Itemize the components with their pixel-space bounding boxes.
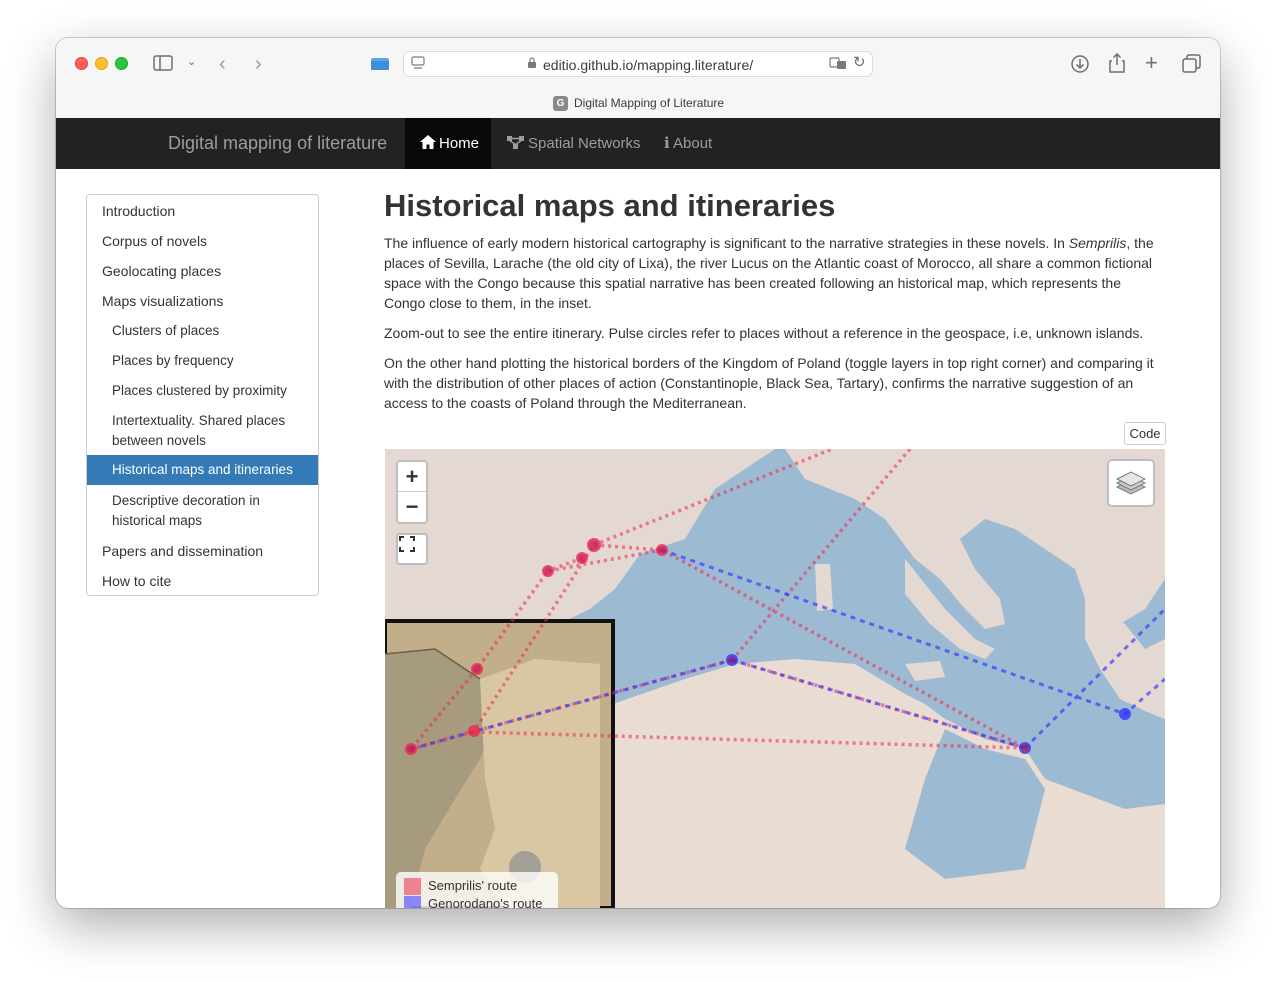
toc-how-to-cite[interactable]: How to cite (87, 571, 318, 591)
fullscreen-button[interactable] (396, 533, 428, 565)
zoom-out-button[interactable]: − (398, 492, 426, 522)
back-icon[interactable]: ‹ (219, 54, 226, 74)
zoom-control: + − (396, 460, 428, 524)
sicily-land (905, 661, 945, 681)
network-icon (506, 118, 526, 169)
zoom-in-button[interactable]: + (398, 462, 426, 492)
marker-valencia (576, 552, 588, 564)
zoom-window-button[interactable] (115, 57, 128, 70)
reload-icon[interactable]: ↻ (853, 55, 866, 70)
site-navbar: Digital mapping of literature Home Spati… (56, 118, 1220, 169)
url-text: editio.github.io/mapping.literature/ (543, 57, 754, 73)
forward-icon[interactable]: › (255, 54, 262, 74)
sidebar-toggle-icon[interactable] (153, 55, 173, 74)
lock-icon (527, 57, 537, 72)
nav-about-label: About (673, 135, 713, 152)
brand-link[interactable]: Digital mapping of literature (168, 133, 387, 154)
poland-paragraph: On the other hand plotting the historica… (384, 355, 1154, 411)
map-legend: Semprilis' route Genorodano's route (396, 872, 558, 908)
toc-places-clustered-by-proximity[interactable]: Places clustered by proximity (87, 381, 318, 401)
toc-maps-visualizations[interactable]: Maps visualizations (87, 291, 318, 311)
marker-tripoli (1019, 742, 1031, 754)
page-title: Historical maps and itineraries (384, 188, 836, 223)
marker-marseille (656, 544, 668, 556)
nav-home[interactable]: Home (405, 118, 491, 169)
toc-papers-and-dissemination[interactable]: Papers and dissemination (87, 541, 318, 561)
marker-larache (405, 743, 417, 755)
new-tab-icon[interactable]: + (1145, 52, 1158, 74)
toc-places-by-frequency[interactable]: Places by frequency (87, 351, 318, 371)
layers-control[interactable] (1107, 459, 1155, 507)
tab-bar: G Digital Mapping of Literature (56, 92, 1220, 118)
code-button[interactable]: Code (1124, 422, 1166, 445)
novel-title: Semprilis (1068, 235, 1127, 251)
chevron-down-icon[interactable]: ⌄ (187, 57, 196, 68)
nav-spatial-networks-label: Spatial Networks (528, 135, 641, 152)
leaflet-map[interactable]: + − Semprilis' route Genorodano's route (385, 449, 1165, 908)
toc-geolocating-places[interactable]: Geolocating places (87, 261, 318, 281)
legend-label-genorodano: Genorodano's route (428, 896, 543, 908)
browser-window: ⌄ ‹ › editio.github.io/mapping.literatur… (56, 38, 1220, 908)
map-canvas (385, 449, 1165, 908)
nav-about[interactable]: i About (652, 118, 722, 169)
layers-icon (1115, 471, 1147, 495)
intro-text-start: The influence of early modern historical… (384, 235, 1069, 251)
toc-introduction[interactable]: Introduction (87, 201, 318, 231)
marker-tangier (468, 725, 480, 737)
marker-crete (1119, 708, 1131, 720)
table-of-contents: Introduction Corpus of novels Geolocatin… (86, 194, 319, 596)
toc-corpus-of-novels[interactable]: Corpus of novels (87, 231, 318, 251)
minimize-window-button[interactable] (95, 57, 108, 70)
legend-swatch-red (404, 878, 421, 895)
toc-descriptive-decoration[interactable]: Descriptive decoration in historical map… (87, 491, 318, 531)
marker-madrid (542, 565, 554, 577)
nav-home-label: Home (439, 135, 480, 152)
toc-intertextuality[interactable]: Intertextuality. Shared places between n… (87, 411, 318, 451)
marker-sevilla (471, 663, 483, 675)
marker-barcelona (587, 538, 601, 552)
nav-spatial-networks[interactable]: Spatial Networks (493, 118, 643, 169)
toc-historical-maps[interactable]: Historical maps and itineraries (87, 455, 318, 485)
tab-title[interactable]: Digital Mapping of Literature (574, 96, 724, 110)
tab-overview-icon[interactable] (1182, 54, 1202, 77)
toc-clusters-of-places[interactable]: Clusters of places (87, 321, 318, 341)
info-icon: i (664, 134, 670, 152)
africa-land (613, 659, 1165, 908)
browser-toolbar: ⌄ ‹ › editio.github.io/mapping.literatur… (56, 38, 1220, 118)
home-icon (419, 118, 437, 169)
legend-swatch-blue (404, 896, 421, 908)
address-bar[interactable]: editio.github.io/mapping.literature/ ↻ (403, 51, 873, 77)
favicon: G (553, 96, 568, 111)
downloads-icon[interactable] (1070, 54, 1090, 77)
translate-icon[interactable] (829, 56, 847, 72)
marker-algiers (726, 654, 738, 666)
share-icon[interactable] (1108, 52, 1126, 76)
legend-label-semprilis: Semprilis' route (428, 878, 518, 893)
folder-icon[interactable] (370, 56, 390, 75)
zoom-paragraph: Zoom-out to see the entire itinerary. Pu… (384, 325, 1144, 341)
fullscreen-icon (399, 536, 415, 552)
iberia-land (385, 449, 775, 621)
intro-paragraph: The influence of early modern historical… (384, 233, 1164, 313)
close-window-button[interactable] (75, 57, 88, 70)
reader-icon[interactable] (411, 56, 425, 73)
